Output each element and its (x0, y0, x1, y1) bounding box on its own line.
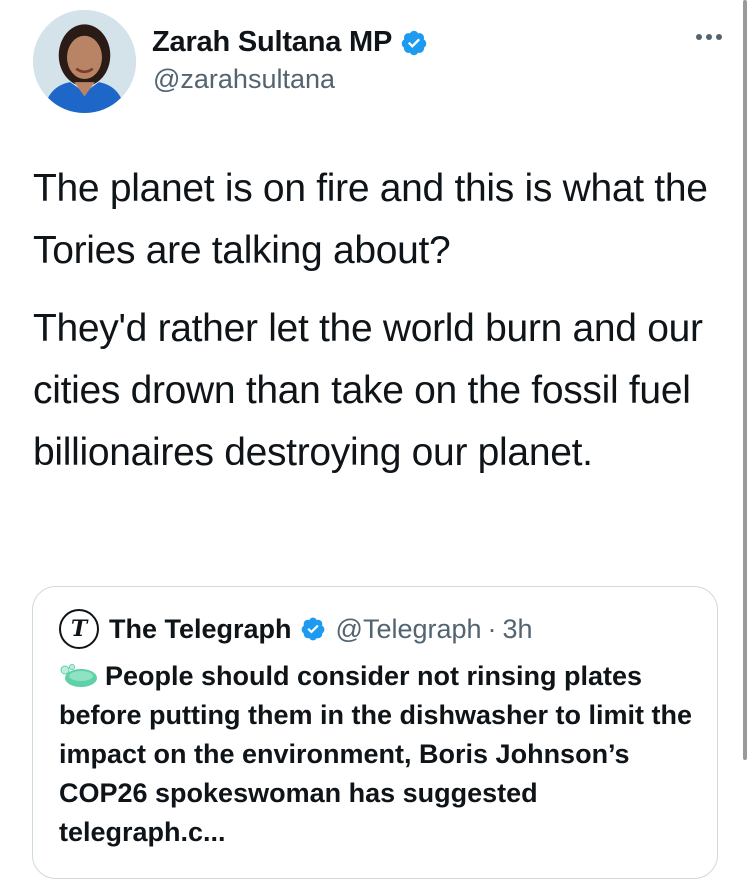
quoted-tweet-card[interactable]: T The Telegraph @Telegraph · 3h People s… (32, 586, 718, 879)
more-dot (706, 34, 712, 40)
more-dot (716, 34, 722, 40)
author-display-name[interactable]: Zarah Sultana MP (152, 26, 392, 59)
more-dot (696, 34, 702, 40)
quoted-timestamp[interactable]: 3h (503, 614, 533, 645)
avatar-image (33, 10, 136, 113)
tweet-card[interactable]: Zarah Sultana MP @zarahsultana The plane… (0, 0, 750, 893)
quoted-text-body: People should consider not rinsing plate… (59, 661, 693, 847)
verified-badge-icon (301, 617, 324, 641)
avatar[interactable] (33, 10, 136, 113)
author-name-row[interactable]: Zarah Sultana MP (152, 26, 428, 59)
tweet-paragraph: They'd rather let the world burn and our… (33, 307, 703, 474)
separator-dot: · (487, 613, 497, 644)
quoted-tweet-header: T The Telegraph @Telegraph · 3h (59, 609, 693, 649)
telegraph-logo-icon[interactable]: T (59, 609, 99, 649)
quoted-tweet-text: People should consider not rinsing plate… (59, 657, 699, 852)
author-handle[interactable]: @zarahsultana (153, 64, 335, 95)
tweet-text: The planet is on fire and this is what t… (33, 158, 733, 484)
telegraph-logo-letter: T (70, 616, 88, 642)
quoted-handle[interactable]: @Telegraph (336, 614, 482, 645)
tweet-paragraph: The planet is on fire and this is what t… (33, 167, 708, 272)
quoted-display-name[interactable]: The Telegraph (109, 614, 292, 645)
scrollbar[interactable] (743, 0, 747, 760)
more-options-icon[interactable] (696, 34, 722, 40)
verified-badge-icon (401, 30, 427, 55)
soap-icon (60, 664, 97, 687)
